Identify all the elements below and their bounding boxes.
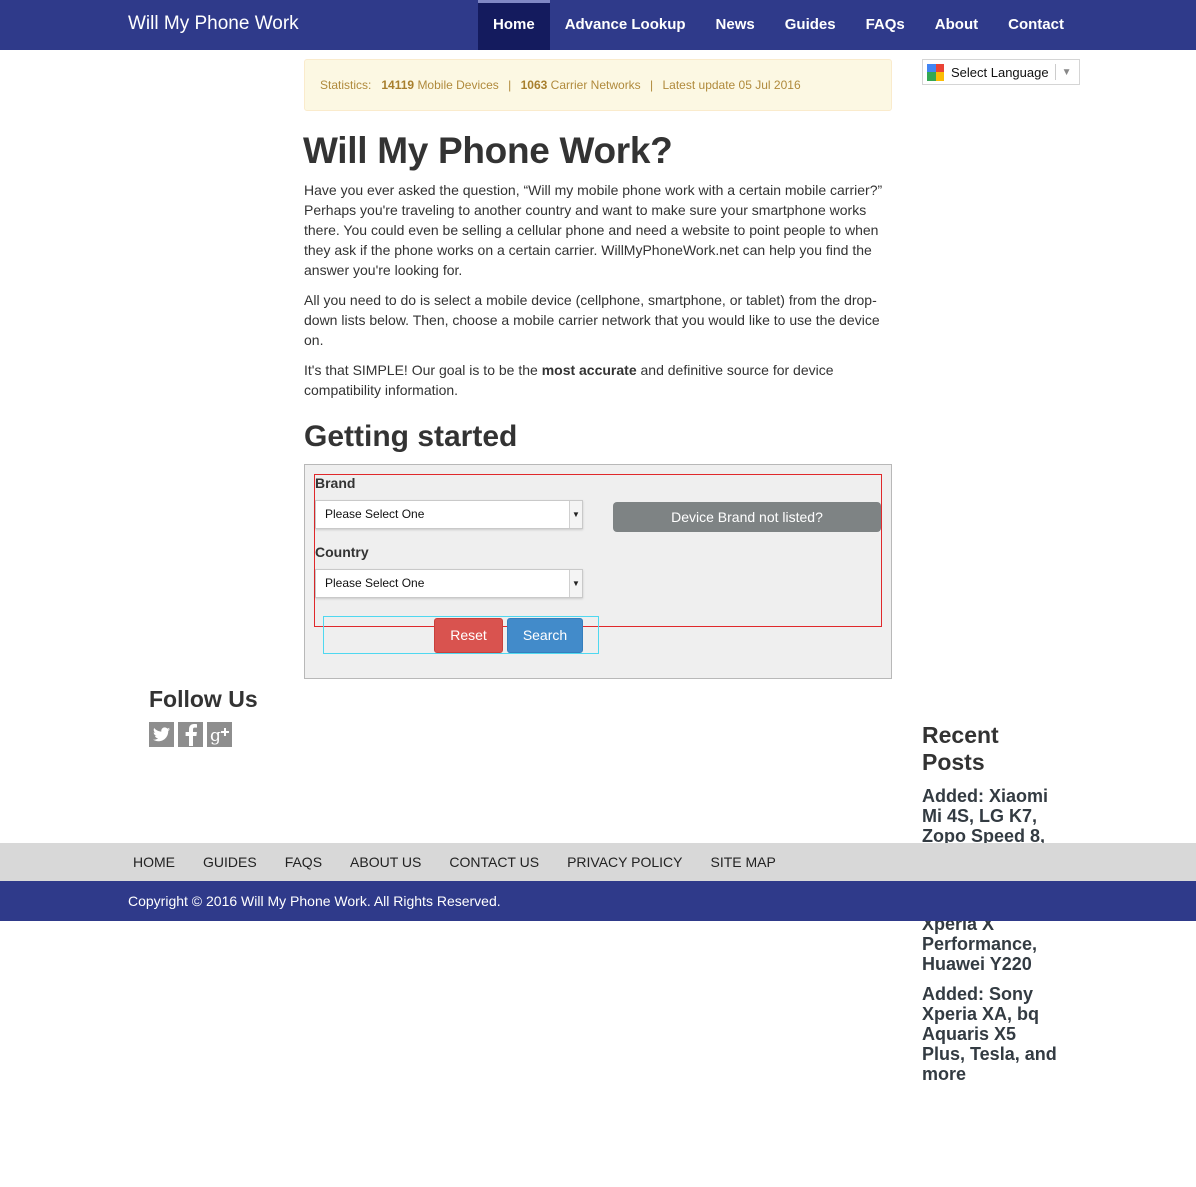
copyright-text: Copyright © 2016 Will My Phone Work. All… xyxy=(128,893,501,909)
footer-link-home[interactable]: HOME xyxy=(119,843,189,881)
footer-link-guides[interactable]: GUIDES xyxy=(189,843,271,881)
country-select-caret-icon: ▼ xyxy=(569,570,582,597)
country-label: Country xyxy=(315,544,369,560)
social-links: g xyxy=(149,722,232,747)
brand-select-value: Please Select One xyxy=(325,507,425,521)
country-select[interactable]: Please Select One ▼ xyxy=(315,569,583,598)
instructions-paragraph: All you need to do is select a mobile de… xyxy=(304,292,880,348)
facebook-icon[interactable] xyxy=(178,722,203,747)
brand-select[interactable]: Please Select One ▼ xyxy=(315,500,583,529)
stats-prefix: Statistics: xyxy=(320,78,372,92)
stats-separator: | xyxy=(650,78,654,92)
footer-link-faqs[interactable]: FAQS xyxy=(271,843,336,881)
nav-contact[interactable]: Contact xyxy=(993,0,1079,50)
recent-post-link[interactable]: Added: Xiaomi Mi 4S, LG K7, Zopo Speed 8… xyxy=(922,786,1062,846)
footer-link-site-map[interactable]: SITE MAP xyxy=(697,843,790,881)
twitter-icon[interactable] xyxy=(149,722,174,747)
nav-faqs[interactable]: FAQs xyxy=(851,0,920,50)
latest-update: Latest update 05 Jul 2016 xyxy=(662,78,801,92)
devices-label: Mobile Devices xyxy=(417,78,499,92)
footer-nav: HOME GUIDES FAQS ABOUT US CONTACT US PRI… xyxy=(0,843,1196,881)
search-button[interactable]: Search xyxy=(507,618,583,653)
footer-link-contact-us[interactable]: CONTACT US xyxy=(435,843,553,881)
dropdown-arrow-icon: ▼ xyxy=(1061,66,1072,78)
footer-link-privacy-policy[interactable]: PRIVACY POLICY xyxy=(553,843,696,881)
brand-label: Brand xyxy=(315,475,356,491)
recent-posts-heading: Recent Posts xyxy=(922,722,999,775)
brand-not-listed-button[interactable]: Device Brand not listed? xyxy=(613,502,881,532)
goal-text-bold: most accurate xyxy=(541,362,637,378)
carriers-label: Carrier Networks xyxy=(550,78,641,92)
nav-guides[interactable]: Guides xyxy=(770,0,851,50)
site-brand-link[interactable]: Will My Phone Work xyxy=(128,13,299,35)
country-select-value: Please Select One xyxy=(325,576,425,590)
brand-select-caret-icon: ▼ xyxy=(569,501,582,528)
goal-text-start: It's that SIMPLE! Our goal is to be the xyxy=(304,362,542,378)
devices-count: 14119 xyxy=(381,78,415,92)
nav-about[interactable]: About xyxy=(920,0,993,50)
recent-post-link[interactable]: Xperia X Performance, Huawei Y220 xyxy=(922,914,1062,974)
top-navbar: Will My Phone Work Home Advance Lookup N… xyxy=(0,0,1196,50)
svg-text:g: g xyxy=(210,726,221,745)
statistics-banner: Statistics: 14119 Mobile Devices | 1063 … xyxy=(304,59,892,111)
page-title: Will My Phone Work? xyxy=(303,130,673,171)
nav-advance-lookup[interactable]: Advance Lookup xyxy=(550,0,701,50)
google-translate-icon xyxy=(927,63,944,81)
stats-separator: | xyxy=(508,78,512,92)
language-divider xyxy=(1054,64,1056,80)
main-nav: Home Advance Lookup News Guides FAQs Abo… xyxy=(478,0,1079,50)
copyright-bar: Copyright © 2016 Will My Phone Work. All… xyxy=(0,881,1196,921)
nav-news[interactable]: News xyxy=(701,0,770,50)
nav-home[interactable]: Home xyxy=(478,0,550,50)
footer-link-about-us[interactable]: ABOUT US xyxy=(336,843,435,881)
carriers-count: 1063 xyxy=(520,78,548,92)
intro-paragraph: Have you ever asked the question, “Will … xyxy=(304,182,883,278)
language-select[interactable]: Select Language ▼ xyxy=(922,59,1080,85)
reset-button[interactable]: Reset xyxy=(434,618,503,653)
google-plus-icon[interactable]: g xyxy=(207,722,232,747)
recent-post-link[interactable]: Added: Sony Xperia XA, bq Aquaris X5 Plu… xyxy=(922,984,1062,1084)
goal-paragraph: It's that SIMPLE! Our goal is to be the … xyxy=(304,360,892,400)
follow-us-heading: Follow Us xyxy=(149,686,258,712)
getting-started-heading: Getting started xyxy=(304,420,518,453)
debug-outline-fields xyxy=(314,474,882,627)
language-select-label: Select Language xyxy=(951,64,1049,80)
